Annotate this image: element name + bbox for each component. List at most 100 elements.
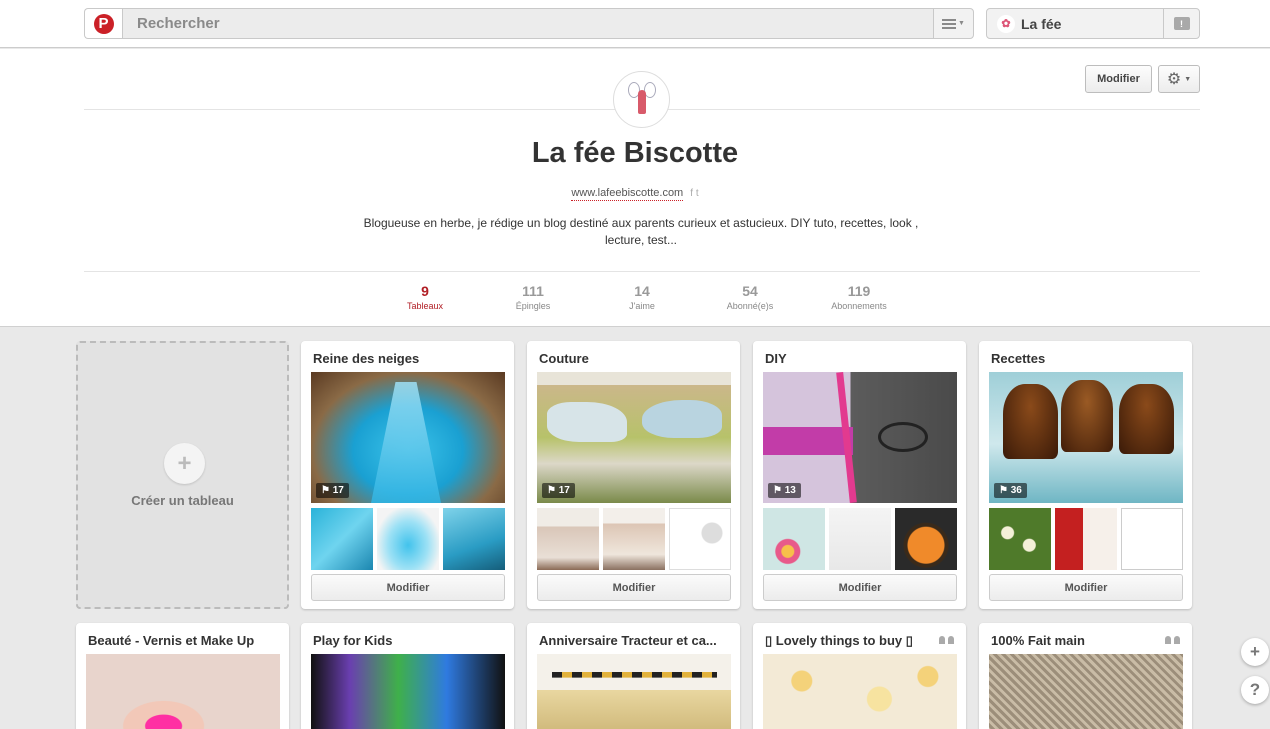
create-board-tile[interactable]: + Créer un tableau [76,341,289,609]
pin-count: 17 [332,485,344,496]
board-cover-image[interactable] [86,654,280,729]
pinterest-logo[interactable]: P [84,8,122,39]
board-thumbnail[interactable] [1055,508,1117,570]
stat-value: 54 [742,283,758,299]
board-cover-image[interactable]: ⚑ 36 [989,372,1183,503]
edit-board-button[interactable]: Modifier [311,574,505,601]
pin-count-badge: ⚑ 17 [542,483,575,498]
board-card[interactable]: Recettes ⚑ 36 Modifier [979,341,1192,609]
board-card[interactable]: Reine des neiges ⚑ 17 Modifier [301,341,514,609]
website-link[interactable]: www.lafeebiscotte.com [571,187,684,201]
group-board-icon [1165,634,1180,644]
stat-label: J'aime [629,301,655,311]
stat-label: Abonné(e)s [726,301,774,311]
divider [84,271,1200,272]
website-row: www.lafeebiscotte.com f t [0,187,1270,201]
settings-button[interactable]: ⚙ ▼ [1158,65,1200,93]
board-title: Play for Kids [313,633,393,648]
pin-icon: ⚑ [321,485,330,496]
board-cover-image[interactable] [537,654,731,729]
notifications-button[interactable]: ! [1163,8,1200,39]
board-cover-image[interactable] [989,654,1183,729]
board-thumbnail[interactable] [895,508,957,570]
search-input[interactable]: Rechercher [122,8,934,39]
social-icons[interactable]: f t [690,188,698,199]
user-avatar-icon: ✿ [997,14,1015,33]
menu-icon [942,18,957,29]
group-board-icon [939,634,954,644]
stat-value: 14 [634,283,650,299]
board-card[interactable]: Beauté - Vernis et Make Up [76,623,289,729]
pin-icon: ⚑ [999,485,1008,496]
board-title: Beauté - Vernis et Make Up [88,633,255,648]
edit-board-button[interactable]: Modifier [537,574,731,601]
board-card[interactable]: Couture ⚑ 17 Modifier [527,341,740,609]
profile-name: La fée Biscotte [531,137,739,169]
board-card[interactable]: 100% Fait main [979,623,1192,729]
stat-value: 9 [421,283,429,299]
board-thumbnail[interactable] [763,508,825,570]
categories-menu-button[interactable]: ▼ [933,8,974,39]
board-thumbnail[interactable] [603,508,665,570]
board-cover-image[interactable] [763,654,957,729]
pin-icon: ⚑ [773,485,782,496]
pinterest-icon: P [93,13,114,34]
stat-label: Épingles [515,301,551,311]
chevron-down-icon: ▼ [958,20,965,27]
board-thumbnail[interactable] [443,508,505,570]
stat-label: Tableaux [406,301,444,311]
top-bar: P Rechercher ▼ ✿ La fée ! [0,0,1270,48]
help-button[interactable]: ? [1241,676,1269,704]
fairy-icon [627,80,656,120]
plus-icon: + [164,443,205,484]
board-thumbnail[interactable] [377,508,439,570]
board-card[interactable]: ▯ Lovely things to buy ▯ [753,623,966,729]
stat-likes[interactable]: 14 J'aime [592,283,692,311]
board-thumbnail[interactable] [537,508,599,570]
pin-icon: ⚑ [547,485,556,496]
board-thumbnail[interactable] [669,508,731,570]
profile-avatar[interactable] [613,71,670,128]
board-cover-image[interactable]: ⚑ 17 [311,372,505,503]
stat-following[interactable]: 119 Abonnements [809,283,909,311]
profile-bio: Blogueuse en herbe, je rédige un blog de… [363,216,919,247]
stat-followers[interactable]: 54 Abonné(e)s [700,283,800,311]
board-title: Reine des neiges [313,351,420,366]
create-board-label: Créer un tableau [131,493,234,508]
board-cover-image[interactable]: ⚑ 13 [763,372,957,503]
board-card[interactable]: Play for Kids [301,623,514,729]
board-title: Couture [539,351,589,366]
board-thumbnail[interactable] [1121,508,1183,570]
board-title: Recettes [991,351,1046,366]
stat-pins[interactable]: 111 Épingles [483,283,583,311]
notification-icon: ! [1173,17,1190,30]
stat-value: 119 [847,283,871,299]
board-cover-image[interactable]: ⚑ 17 [537,372,731,503]
edit-board-button[interactable]: Modifier [989,574,1183,601]
user-name: La fée [1021,15,1062,32]
edit-profile-button[interactable]: Modifier [1085,65,1152,93]
pin-count: 13 [784,485,796,496]
stat-label: Abonnements [831,301,887,311]
chevron-down-icon: ▼ [1184,75,1192,83]
pin-count-badge: ⚑ 17 [316,483,349,498]
board-thumbnail[interactable] [989,508,1051,570]
add-pin-button[interactable]: + [1241,638,1269,666]
board-title: ▯ Lovely things to buy ▯ [765,633,913,648]
pin-count: 36 [1010,485,1022,496]
pin-count-badge: ⚑ 13 [768,483,801,498]
board-title: DIY [765,351,787,366]
gear-icon: ⚙ [1166,71,1182,88]
board-thumbnail[interactable] [829,508,891,570]
board-card[interactable]: DIY ⚑ 13 Modifier [753,341,966,609]
board-cover-image[interactable] [311,654,505,729]
edit-board-button[interactable]: Modifier [763,574,957,601]
profile-header: Modifier ⚙ ▼ La fée Biscotte www.lafeebi… [0,49,1270,327]
board-card[interactable]: Anniversaire Tracteur et ca... [527,623,740,729]
pin-count: 17 [558,485,570,496]
board-title: Anniversaire Tracteur et ca... [539,633,717,648]
board-thumbnail[interactable] [311,508,373,570]
stat-boards[interactable]: 9 Tableaux [375,283,475,311]
user-menu-button[interactable]: ✿ La fée [986,8,1164,39]
board-title: 100% Fait main [991,633,1085,648]
